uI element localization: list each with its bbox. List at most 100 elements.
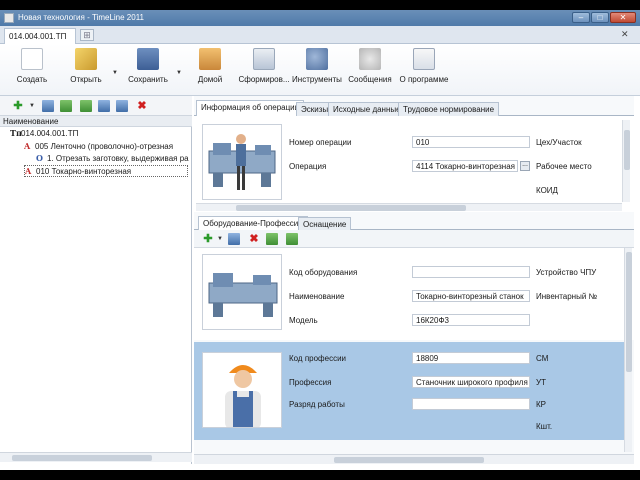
equipment-code-field[interactable]: [412, 266, 530, 278]
operation-field[interactable]: 4114 Токарно-винторезная: [412, 160, 518, 172]
equipment-name-field[interactable]: Токарно-винторезный станок: [412, 290, 530, 302]
chevron-down-icon[interactable]: ▼: [26, 100, 38, 112]
browse-ellipsis-icon[interactable]: ...: [520, 161, 530, 171]
create-button[interactable]: Создать: [12, 48, 52, 94]
ribbon-toolbar: Создать Открыть ▼ Сохранить ▼ Домой Сфор…: [0, 44, 640, 96]
new-document-icon: [21, 48, 43, 70]
move-down-icon[interactable]: [80, 100, 92, 112]
inventory-number-label: Инвентарный №: [536, 292, 598, 301]
worker-image: [202, 352, 282, 428]
info-vertical-scrollbar[interactable]: [622, 120, 630, 202]
equipment-name-label: Наименование: [289, 292, 345, 301]
tab-equipment-profession[interactable]: Оборудование-Профессия: [198, 216, 308, 230]
tree-item-step[interactable]: O 1. Отрезать заготовку, выдерживая ра: [36, 153, 192, 165]
open-button[interactable]: Открыть ▼: [64, 48, 118, 94]
work-grade-field[interactable]: [412, 398, 530, 410]
scroll-thumb[interactable]: [12, 455, 152, 461]
add-icon[interactable]: ✚: [12, 100, 24, 112]
tree-item-operation-010[interactable]: A 010 Токарно-винторезная: [24, 165, 188, 177]
details-panel: Информация об операции Эскизы Исходные д…: [194, 96, 634, 464]
scroll-thumb[interactable]: [236, 205, 466, 211]
open-folder-icon: [75, 48, 97, 70]
operation-icon: A: [25, 166, 32, 176]
workshop-label: Цех/Участок: [536, 138, 582, 147]
messages-icon: [359, 48, 381, 70]
profession-label: Профессия: [289, 378, 332, 387]
equipment-code-label: Код оборудования: [289, 268, 358, 277]
process-icon: Тп: [10, 128, 22, 138]
form-report-icon: [253, 48, 275, 70]
new-tab-icon[interactable]: ⊞: [80, 29, 94, 41]
delete-icon[interactable]: ✖: [136, 100, 148, 112]
profession-code-field[interactable]: 18809: [412, 352, 530, 364]
cnc-label: Устройство ЧПУ: [536, 268, 597, 277]
home-button[interactable]: Домой: [192, 48, 228, 94]
move-up-icon[interactable]: [266, 233, 278, 245]
tools-button[interactable]: Инструменты: [292, 48, 342, 94]
close-button[interactable]: ✕: [610, 12, 636, 23]
sm-label: СМ: [536, 354, 549, 363]
window-title: Новая технология - TimeLine 2011: [18, 13, 144, 22]
tab-tooling[interactable]: Оснащение: [298, 217, 352, 230]
details-horizontal-scrollbar[interactable]: [194, 454, 634, 464]
delete-icon[interactable]: ✖: [248, 233, 260, 245]
operation-label: Операция: [289, 162, 327, 171]
scroll-thumb[interactable]: [626, 252, 632, 372]
chevron-down-icon[interactable]: ▼: [176, 70, 182, 76]
work-grade-label: Разряд работы: [289, 400, 345, 409]
equipment-toolbar: ✚ ▼ ✖: [194, 230, 634, 248]
tree-toolbar: ✚ ▼ ✖: [0, 96, 192, 116]
form-button[interactable]: Сформиров...: [238, 48, 290, 94]
tab-labor-rating[interactable]: Трудовое нормирование: [398, 102, 500, 116]
save-icon: [137, 48, 159, 70]
info-horizontal-scrollbar[interactable]: [196, 203, 622, 211]
minimize-button[interactable]: –: [572, 12, 590, 23]
koid-label: КОИД: [536, 186, 558, 195]
indent-icon[interactable]: [98, 100, 110, 112]
scroll-thumb[interactable]: [334, 457, 484, 463]
profession-field[interactable]: Станочник широкого профиля: [412, 376, 530, 388]
main-tab-bar: Информация об операции Эскизы Исходные д…: [194, 100, 634, 116]
tab-source-data[interactable]: Исходные данные: [328, 102, 406, 116]
about-icon: [413, 48, 435, 70]
tree-item-operation-005[interactable]: A 005 Ленточно (проволочно)-отрезная: [24, 141, 190, 153]
open-book-icon[interactable]: [228, 233, 240, 245]
home-icon: [199, 48, 221, 70]
equipment-vertical-scrollbar[interactable]: [624, 248, 632, 452]
close-document-icon[interactable]: ✕: [621, 29, 629, 40]
tree-item-process[interactable]: Тп014.004.001.ТП: [10, 128, 190, 140]
open-book-icon[interactable]: [42, 100, 54, 112]
lathe-image: [202, 124, 282, 200]
maximize-button[interactable]: □: [591, 12, 609, 23]
document-tab[interactable]: 014.004.001.ТП: [4, 28, 76, 44]
model-field[interactable]: 16К20Ф3: [412, 314, 530, 326]
chevron-down-icon[interactable]: ▼: [112, 70, 118, 76]
about-button[interactable]: О программе: [398, 48, 450, 94]
tree-panel: ✚ ▼ ✖ Наименование Тп014.004.001.ТП A 005…: [0, 96, 192, 464]
messages-button[interactable]: Сообщения: [348, 48, 392, 94]
kpc-label: Кшт.: [536, 422, 553, 431]
chevron-down-icon[interactable]: ▼: [214, 233, 226, 245]
title-bar: Новая технология - TimeLine 2011 – □ ✕: [0, 10, 640, 26]
operation-info-section: Номер операции 010 Цех/Участок Операция …: [194, 116, 634, 212]
move-down-icon[interactable]: [286, 233, 298, 245]
model-label: Модель: [289, 316, 318, 325]
profession-section[interactable]: Код профессии 18809 СМ Профессия Станочн…: [194, 342, 624, 440]
operation-number-field[interactable]: 010: [412, 136, 530, 148]
tree-column-header: Наименование: [0, 116, 192, 127]
workplace-label: Рабочее место: [536, 162, 592, 171]
operation-icon: A: [24, 141, 31, 151]
scroll-thumb[interactable]: [624, 130, 630, 170]
app-window: Новая технология - TimeLine 2011 – □ ✕ 0…: [0, 10, 640, 470]
tab-operation-info[interactable]: Информация об операции: [196, 100, 305, 116]
save-button[interactable]: Сохранить ▼: [124, 48, 182, 94]
profession-code-label: Код профессии: [289, 354, 347, 363]
tree-horizontal-scrollbar[interactable]: [0, 452, 192, 462]
add-icon[interactable]: ✚: [202, 233, 214, 245]
equipment-section: Код оборудования Устройство ЧПУ Наименов…: [194, 248, 634, 340]
ut-label: УТ: [536, 378, 546, 387]
app-icon: [4, 13, 14, 23]
operation-number-label: Номер операции: [289, 138, 352, 147]
move-up-icon[interactable]: [60, 100, 72, 112]
outdent-icon[interactable]: [116, 100, 128, 112]
